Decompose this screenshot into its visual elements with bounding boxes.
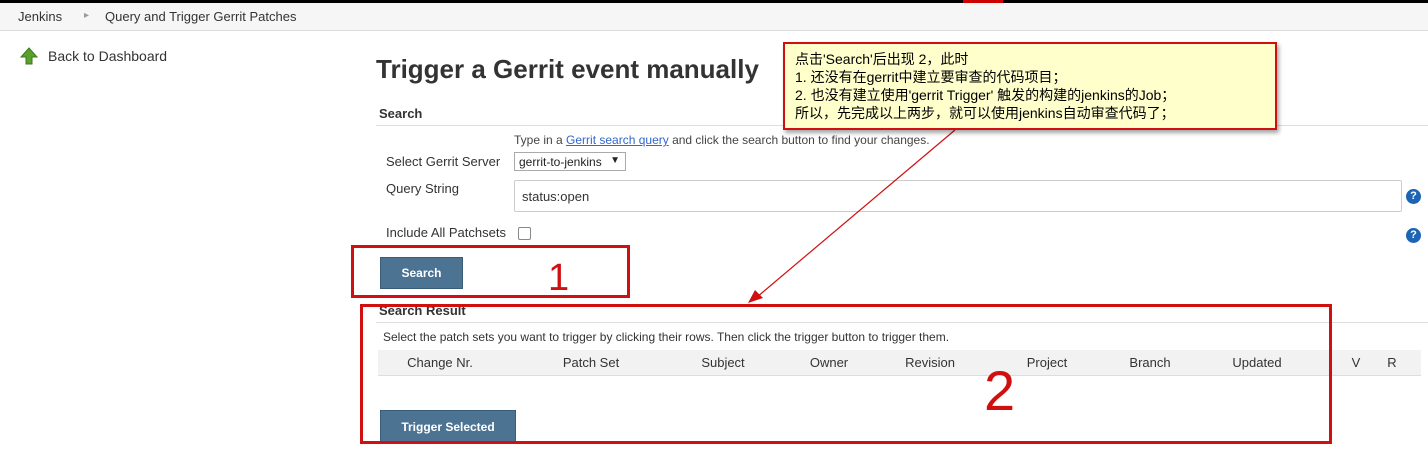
annotation-arrow-head: [748, 290, 763, 303]
annotation-line: 2. 也没有建立使用'gerrit Trigger' 触发的构建的jenkins…: [795, 87, 1176, 103]
annotation-mark-2: 2: [984, 359, 1015, 422]
annotation-note: 点击'Search'后出现 2，此时 1. 还没有在gerrit中建立要审查的代…: [783, 42, 1277, 130]
annotation-arrow-line: [756, 129, 956, 298]
annotation-line: 所以，先完成以上两步，就可以使用jenkins自动审查代码了；: [795, 105, 1175, 121]
annotation-mark-1: 1: [548, 257, 569, 299]
annotation-line: 点击'Search'后出现 2，此时: [795, 51, 969, 67]
annotation-line: 1. 还没有在gerrit中建立要审查的代码项目；: [795, 69, 1067, 85]
